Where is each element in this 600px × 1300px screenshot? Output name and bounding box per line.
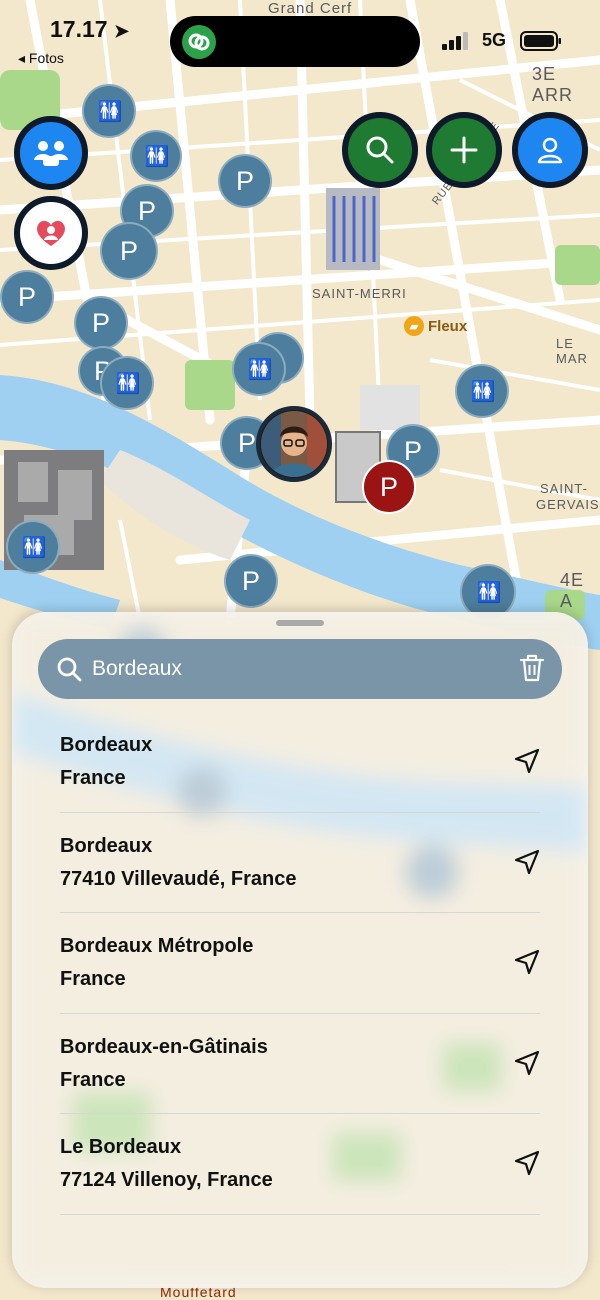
parking-icon: P	[379, 471, 398, 502]
user-location-avatar[interactable]	[256, 406, 332, 482]
result-name: Bordeaux Métropole	[60, 935, 254, 957]
location-arrow-icon[interactable]	[512, 1048, 542, 1078]
map-label-saint: SAINT-	[540, 481, 588, 496]
search-bar[interactable]	[38, 639, 562, 699]
add-button[interactable]	[426, 112, 502, 188]
list-item[interactable]: Bordeaux Métropole France	[60, 913, 540, 1014]
result-address: France	[60, 1068, 126, 1091]
location-arrow-icon[interactable]	[512, 947, 542, 977]
toilet-icon: 🚻	[470, 380, 496, 403]
list-item[interactable]: Le Bordeaux 77124 Villenoy, France	[60, 1114, 540, 1215]
parking-pin[interactable]: P	[100, 222, 158, 280]
map-label-arrondissement-3: 3E ARR	[532, 64, 574, 105]
toilet-pin[interactable]: 🚻	[82, 84, 136, 138]
clock: 17.17 ➤	[50, 16, 129, 43]
signal-strength-icon	[442, 32, 468, 50]
sheet-grabber[interactable]	[276, 620, 324, 626]
toilet-pin[interactable]: 🚻	[455, 364, 509, 418]
result-name: Bordeaux-en-Gâtinais	[60, 1035, 268, 1058]
plus-icon	[450, 136, 478, 164]
toilet-pin[interactable]: 🚻	[232, 342, 286, 396]
favorites-button[interactable]	[14, 196, 88, 270]
parking-icon: P	[17, 281, 36, 312]
parking-pin-alert[interactable]: P	[362, 460, 416, 514]
location-arrow-icon[interactable]	[512, 746, 542, 776]
people-group-icon	[34, 141, 68, 166]
toilet-icon: 🚻	[115, 372, 141, 395]
shopping-bag-icon: ▰	[404, 316, 424, 336]
location-arrow-icon[interactable]	[512, 1148, 542, 1178]
parking-pin[interactable]: P	[74, 296, 128, 350]
person-icon	[537, 137, 563, 164]
clock-time: 17.17	[50, 16, 108, 42]
search-input[interactable]	[92, 651, 492, 687]
result-address: 77124 Villenoy, France	[60, 1169, 273, 1191]
avatar-portrait-icon	[261, 411, 327, 477]
toilet-icon: 🚻	[144, 145, 170, 168]
toilet-pin[interactable]: 🚻	[130, 130, 182, 182]
status-bar: 17.17 ➤ ◂ Fotos 5G	[0, 0, 600, 70]
parking-pin[interactable]: P	[218, 154, 272, 208]
list-item[interactable]: Bordeaux-en-Gâtinais France	[60, 1014, 542, 1114]
parking-icon: P	[91, 307, 110, 338]
location-arrow-icon[interactable]	[512, 847, 542, 877]
result-name: Bordeaux	[60, 734, 153, 756]
toilet-icon: 🚻	[97, 100, 123, 123]
parking-pin[interactable]: P	[0, 270, 54, 324]
parking-icon: P	[235, 165, 254, 196]
poi-fleux[interactable]: ▰ Fleux	[404, 316, 467, 336]
map-label-arrondissement-4: 4E A	[560, 570, 585, 611]
poi-fleux-label: Fleux	[428, 317, 468, 335]
network-type: 5G	[482, 30, 507, 50]
profile-button[interactable]	[512, 112, 588, 188]
list-item[interactable]: Bordeaux 77410 Villevaudé, France	[60, 813, 542, 913]
heart-person-icon	[37, 220, 65, 246]
result-name: Le Bordeaux	[60, 1136, 182, 1158]
toilet-icon: 🚻	[21, 536, 47, 559]
map-label-saint-merri: SAINT-MERRI	[312, 286, 407, 301]
dynamic-island[interactable]	[170, 16, 420, 67]
battery-icon	[520, 31, 561, 51]
search-icon	[366, 136, 394, 164]
search-results-sheet[interactable]: Bordeaux France Bordeaux 77410 Villevaud…	[12, 612, 588, 1288]
search-button[interactable]	[342, 112, 418, 188]
groups-button[interactable]	[14, 116, 88, 190]
link-app-icon	[182, 25, 216, 59]
parking-pin[interactable]: P	[224, 554, 278, 608]
results-list: Bordeaux France Bordeaux 77410 Villevaud…	[60, 712, 540, 1215]
list-item[interactable]: Bordeaux France	[60, 712, 540, 813]
result-address: France	[60, 968, 126, 990]
parking-icon: P	[241, 565, 260, 596]
parking-icon: P	[403, 435, 422, 466]
toilet-pin[interactable]: 🚻	[100, 356, 154, 410]
map-label-gervais: GERVAIS	[536, 497, 600, 512]
parking-icon: P	[137, 195, 156, 226]
toilet-icon: 🚻	[476, 581, 502, 604]
toilet-icon: 🚻	[247, 358, 273, 381]
result-address: France	[60, 767, 126, 789]
toilet-pin[interactable]: 🚻	[6, 520, 60, 574]
parking-icon: P	[237, 427, 256, 458]
parking-icon: P	[119, 235, 138, 266]
map-label-le-marais: LE MAR	[556, 336, 588, 366]
back-to-app-link[interactable]: ◂ Fotos	[18, 50, 64, 67]
result-name: Bordeaux	[60, 834, 153, 857]
search-icon	[57, 657, 82, 682]
result-address: 77410 Villevaudé, France	[60, 867, 297, 890]
location-services-icon: ➤	[113, 21, 130, 41]
trash-icon[interactable]	[518, 653, 546, 683]
